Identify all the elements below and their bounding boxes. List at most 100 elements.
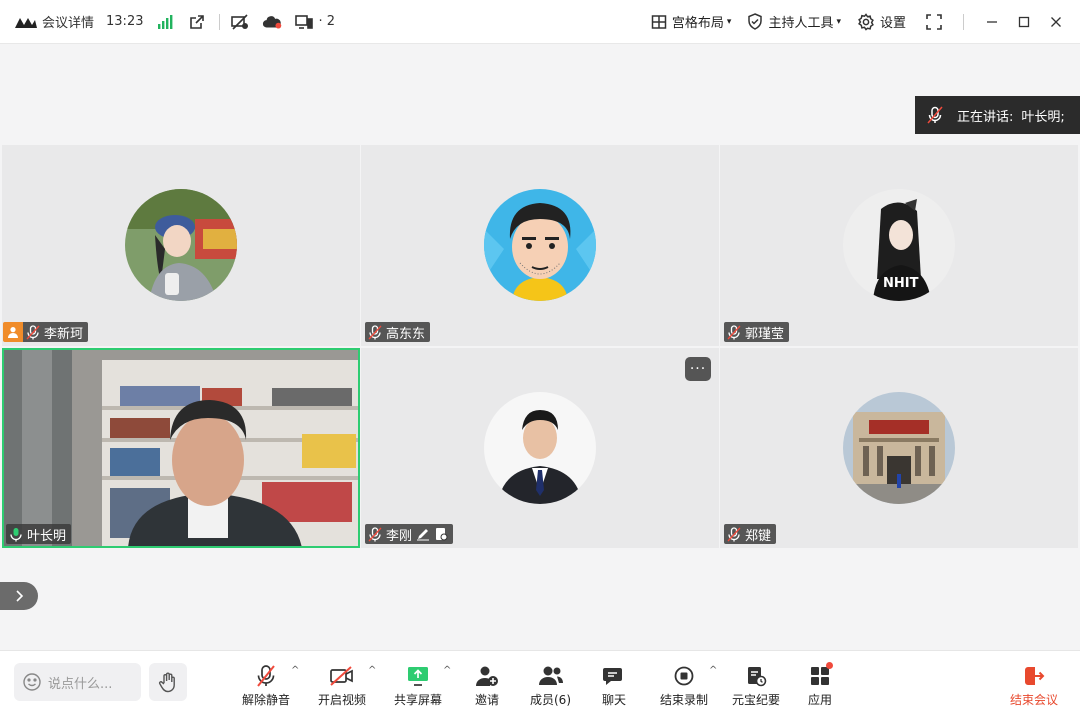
host-tools-label: 主持人工具 — [768, 16, 834, 31]
participant-name-tag: 高东东 — [365, 322, 431, 342]
host-tools-button[interactable]: 主持人工具 ▾ — [747, 12, 841, 31]
camera-video-feed — [4, 350, 358, 546]
record-doc-icon — [436, 528, 448, 541]
unmute-button[interactable]: 解除静音 — [242, 663, 290, 708]
chevron-down-icon: ▾ — [836, 16, 841, 27]
participant-tile[interactable]: ··· 李刚 — [361, 348, 719, 548]
expand-panel-button[interactable] — [0, 582, 38, 610]
participant-tile[interactable]: 李新珂 — [2, 145, 360, 346]
maximize-button[interactable] — [1010, 8, 1038, 36]
chevron-up-icon[interactable]: ^ — [709, 665, 717, 676]
chevron-up-icon[interactable]: ^ — [443, 665, 451, 676]
start-video-button[interactable]: 开启视频 — [318, 663, 366, 708]
host-badge-icon — [3, 322, 23, 342]
settings-label: 设置 — [879, 16, 906, 31]
participant-name: 郭瑾莹 — [745, 326, 785, 342]
invite-user-icon — [476, 666, 498, 686]
participant-tile[interactable]: NHIT 郭瑾莹 — [720, 145, 1078, 346]
more-options-button[interactable]: ··· — [685, 357, 711, 381]
avatar — [484, 392, 596, 504]
participant-name: 叶长明 — [27, 528, 67, 544]
divider — [963, 13, 964, 30]
record-stop-icon — [674, 666, 694, 686]
yuanbao-summary-label: 元宝纪要 — [732, 693, 781, 707]
chevron-up-icon[interactable]: ^ — [368, 665, 376, 676]
chevron-right-icon — [16, 590, 24, 602]
avatar — [843, 392, 955, 504]
apps-label: 应用 — [808, 693, 833, 707]
yuanbao-summary-button[interactable]: 元宝纪要 — [732, 663, 780, 708]
mic-muted-icon — [927, 106, 943, 124]
participant-name: 高东东 — [386, 326, 426, 342]
participant-tile[interactable]: 高东东 — [361, 145, 719, 346]
participant-name: 李刚 — [386, 528, 413, 544]
mic-muted-icon — [727, 526, 741, 541]
chat-label: 聊天 — [602, 693, 627, 707]
device-count: · 2 — [318, 14, 336, 29]
mic-muted-icon — [368, 526, 382, 541]
participant-tile[interactable]: 郑键 — [720, 348, 1078, 548]
chat-icon — [603, 668, 622, 685]
grid-layout-icon — [651, 14, 667, 29]
chevron-down-icon: ▾ — [726, 16, 732, 27]
divider — [219, 13, 221, 30]
avatar — [125, 189, 237, 301]
video-grid: 李新珂 高东东 NHIT 郭瑾莹 叶长明 ··· 李刚 郑键 — [0, 145, 1080, 548]
invite-button[interactable]: 邀请 — [475, 663, 499, 708]
close-icon — [1051, 16, 1061, 27]
unmute-label: 解除静音 — [242, 693, 291, 707]
participant-video-tile[interactable]: 叶长明 — [2, 348, 360, 548]
signal-icon[interactable] — [155, 12, 175, 32]
speaking-name: 叶长明; — [1021, 109, 1065, 125]
end-record-label: 结束录制 — [660, 693, 709, 707]
end-record-button[interactable]: 结束录制 — [660, 663, 708, 708]
bottom-toolbar: 说点什么... 解除静音 ^ 开启视频 ^ 共享屏幕 ^ 邀请 成员(6) 聊天… — [0, 650, 1080, 714]
maximize-icon — [1018, 16, 1030, 27]
meeting-details-link[interactable]: 会议详情 — [42, 12, 94, 31]
settings-button[interactable]: 设置 — [857, 12, 906, 31]
video-off-icon — [330, 666, 353, 686]
end-meeting-label: 结束会议 — [1010, 693, 1059, 707]
share-screen-button[interactable]: 共享屏幕 — [394, 663, 442, 708]
meeting-time: 13:23 — [106, 14, 144, 29]
raise-hand-button[interactable] — [149, 663, 187, 701]
device-icon[interactable] — [294, 12, 314, 32]
cloud-record-icon[interactable] — [262, 12, 282, 32]
start-video-label: 开启视频 — [318, 693, 367, 707]
close-button[interactable] — [1042, 8, 1070, 36]
gear-icon — [858, 12, 874, 31]
participant-name-tag: 李新珂 — [3, 322, 89, 342]
chat-placeholder: 说点什么... — [48, 676, 113, 692]
participant-name: 郑键 — [745, 528, 772, 544]
screen-off-icon[interactable] — [230, 12, 250, 32]
annotate-pen-icon — [417, 529, 430, 541]
fullscreen-button[interactable] — [926, 13, 947, 30]
share-screen-label: 共享屏幕 — [394, 693, 443, 707]
shield-icon — [748, 13, 763, 30]
quick-chat-input[interactable]: 说点什么... — [14, 663, 141, 701]
speaking-indicator: 正在讲话: 叶长明; — [915, 96, 1080, 134]
layout-button[interactable]: 宫格布局 ▾ — [651, 12, 732, 31]
mic-active-icon — [10, 527, 22, 541]
title-bar: 会议详情 13:23 · 2 宫格布局 ▾ 主持人工具 ▾ 设置 — [0, 0, 1080, 44]
members-label: 成员(6) — [530, 693, 571, 707]
notification-dot — [826, 662, 833, 669]
apps-button[interactable]: 应用 — [808, 662, 833, 708]
members-button[interactable]: 成员(6) — [530, 663, 571, 708]
app-logo-icon — [15, 17, 37, 28]
mic-muted-icon — [26, 324, 40, 339]
mic-muted-icon — [727, 324, 741, 339]
layout-label: 宫格布局 — [671, 16, 724, 31]
participant-name-tag: 李刚 — [365, 524, 454, 544]
share-link-icon[interactable] — [187, 12, 207, 32]
participant-name-tag: 叶长明 — [6, 524, 72, 544]
exit-icon — [1025, 667, 1045, 685]
chat-button[interactable]: 聊天 — [602, 663, 626, 708]
minimize-button[interactable] — [978, 8, 1006, 36]
minimize-icon — [987, 20, 997, 23]
members-icon — [538, 666, 563, 685]
chevron-up-icon[interactable]: ^ — [291, 665, 299, 676]
end-meeting-button[interactable]: 结束会议 — [1010, 663, 1058, 708]
participant-name: 李新珂 — [44, 326, 84, 342]
participant-name-tag: 郑键 — [724, 524, 777, 544]
